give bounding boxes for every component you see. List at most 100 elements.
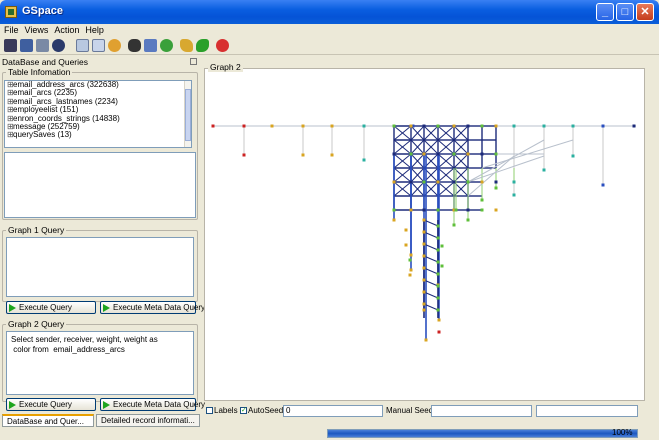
graph-node (452, 152, 456, 156)
autoseed-input[interactable]: 0 (283, 405, 383, 417)
graph-node (404, 243, 408, 247)
autoseed-toggle[interactable]: AutoSeed (240, 405, 283, 417)
graph-node (494, 180, 498, 184)
graph-node (512, 193, 516, 197)
manual-seed-input[interactable] (431, 405, 532, 417)
graph-node (211, 124, 215, 128)
graph-node (466, 218, 470, 222)
graph-node (436, 180, 440, 184)
close-button[interactable]: ✕ (636, 3, 654, 21)
tree-scrollbar[interactable] (184, 81, 191, 147)
graph2-execute-meta-button[interactable]: Execute Meta Data Query (100, 398, 205, 411)
progress-text: 100% (612, 428, 633, 437)
graph-node (571, 124, 575, 128)
manual-seed-label: Manual Seed (386, 406, 434, 415)
graph-node (480, 124, 484, 128)
graph2-execute-query-button[interactable]: Execute Query (6, 398, 96, 411)
print-icon[interactable] (36, 39, 49, 52)
graph-node (601, 124, 605, 128)
panel-title: DataBase and Queries (2, 57, 88, 67)
extra-input[interactable] (536, 405, 638, 417)
maximize-button[interactable]: □ (616, 3, 634, 21)
labels-checkbox[interactable] (206, 407, 213, 414)
graph-node (392, 124, 396, 128)
forward-icon[interactable] (196, 39, 209, 52)
graph-node (466, 152, 470, 156)
graph-node (408, 258, 412, 262)
menu-file[interactable]: File (0, 24, 21, 35)
graph-node (270, 124, 274, 128)
graph-node (494, 152, 498, 156)
graph-node (480, 180, 484, 184)
graph-node (422, 278, 426, 282)
table-tree[interactable]: ⊞email_address_arcs (322638) ⊞email_arcs… (4, 80, 192, 148)
graph-canvas[interactable] (204, 68, 645, 401)
back-icon[interactable] (180, 39, 193, 52)
graph-node (436, 248, 440, 252)
graph-node (436, 296, 440, 300)
title-bar: GSpace _ □ ✕ (0, 0, 659, 24)
open-icon[interactable] (4, 39, 17, 52)
graph-node (436, 224, 440, 228)
graph-node (436, 308, 440, 312)
restore-panel-icon[interactable] (190, 58, 197, 65)
graph-node (601, 183, 605, 187)
graph-visualization[interactable] (206, 70, 645, 401)
graph-node (466, 124, 470, 128)
graph-node (392, 180, 396, 184)
menu-help[interactable]: Help (81, 24, 106, 35)
graph-node (392, 208, 396, 212)
graph-node (422, 180, 426, 184)
graph-node (436, 208, 440, 212)
tree-item[interactable]: ⊞querySaves (13) (5, 130, 191, 139)
graph-node (422, 218, 426, 222)
disconnect-icon[interactable] (52, 39, 65, 52)
graph-node (422, 208, 426, 212)
scroll-thumb[interactable] (185, 89, 191, 141)
help-icon[interactable] (160, 39, 173, 52)
progress-fill (328, 430, 637, 437)
stop-icon[interactable] (216, 39, 229, 52)
labels-toggle[interactable]: Labels (206, 405, 238, 417)
graph-node (409, 268, 413, 272)
graph-node (362, 124, 366, 128)
menu-action[interactable]: Action (50, 24, 81, 35)
graph-node (437, 318, 441, 322)
graph-node (242, 124, 246, 128)
table-icon[interactable] (76, 39, 89, 52)
graph-node (301, 153, 305, 157)
binoculars-icon[interactable] (128, 39, 141, 52)
tab-detailed-record[interactable]: Detailed record informati... (96, 414, 200, 427)
graph-node (454, 208, 458, 212)
graph-node (436, 152, 440, 156)
graph-node (330, 153, 334, 157)
graph-node (409, 253, 413, 257)
graph-title: Graph 2 (208, 62, 243, 72)
graph-node (494, 186, 498, 190)
graph-node (542, 168, 546, 172)
graph-node (494, 124, 498, 128)
autoseed-checkbox[interactable] (240, 405, 247, 417)
query-icon[interactable] (144, 39, 157, 52)
graph-node (436, 124, 440, 128)
menu-views[interactable]: Views (21, 24, 51, 35)
grid-icon[interactable] (92, 39, 105, 52)
graph-node (436, 260, 440, 264)
graph-node (512, 180, 516, 184)
minimize-button[interactable]: _ (596, 3, 614, 21)
graph2-query-input[interactable]: Select sender, receiver, weight, weight … (6, 331, 194, 395)
tab-database-queries[interactable]: DataBase and Quer... (2, 414, 94, 427)
save-icon[interactable] (20, 39, 33, 52)
toolbar (0, 37, 659, 55)
graph-node (422, 242, 426, 246)
graph-node (542, 124, 546, 128)
graph-node (422, 290, 426, 294)
graph-node (440, 244, 444, 248)
graph-node (436, 284, 440, 288)
graph-node (452, 180, 456, 184)
database-icon[interactable] (108, 39, 121, 52)
graph-node (409, 152, 413, 156)
graph-node (242, 153, 246, 157)
graph-node (440, 264, 444, 268)
record-detail-box (4, 152, 196, 218)
